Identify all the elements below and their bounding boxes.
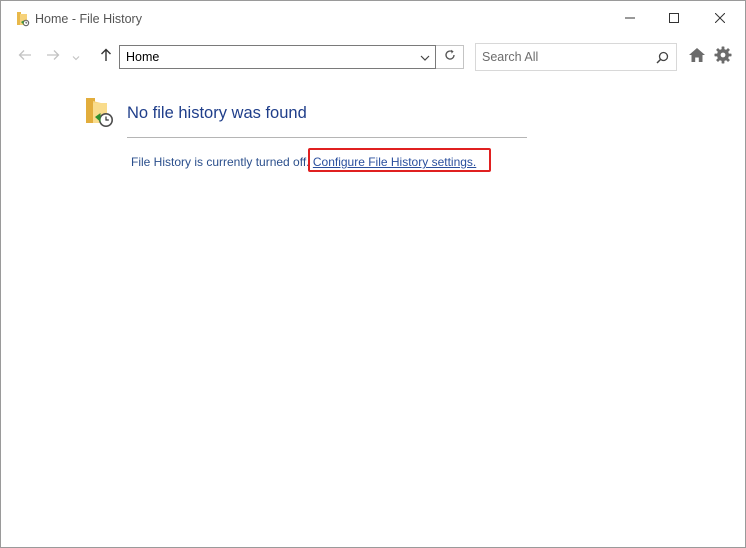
file-history-folder-icon <box>16 11 30 27</box>
configure-file-history-link[interactable]: Configure File History settings. <box>313 155 476 169</box>
search-box[interactable] <box>475 43 677 71</box>
address-bar[interactable]: Home <box>119 45 436 69</box>
settings-button[interactable] <box>712 46 734 68</box>
maximize-icon <box>669 10 679 28</box>
close-button[interactable] <box>697 1 743 37</box>
gear-icon <box>714 46 732 69</box>
file-history-window: Home - File History Home Search All No f… <box>0 0 746 548</box>
forward-button[interactable] <box>43 47 63 67</box>
arrow-right-icon <box>46 48 60 66</box>
status-line: File History is currently turned off. Co… <box>131 155 476 169</box>
back-button[interactable] <box>15 47 35 67</box>
chevron-down-icon <box>72 48 80 66</box>
search-input[interactable] <box>476 44 650 70</box>
arrow-up-icon <box>100 48 112 67</box>
refresh-icon <box>444 48 456 66</box>
minimize-button[interactable] <box>607 1 653 37</box>
close-icon <box>714 10 726 28</box>
refresh-button[interactable] <box>436 45 464 69</box>
address-dropdown[interactable] <box>417 46 433 68</box>
home-button[interactable] <box>686 46 708 68</box>
maximize-button[interactable] <box>651 1 697 37</box>
search-icon[interactable] <box>654 49 670 65</box>
address-value: Home <box>126 50 160 64</box>
home-icon <box>688 47 706 68</box>
title-bar: Home - File History <box>1 1 745 37</box>
divider <box>127 137 527 138</box>
file-history-folder-icon <box>85 97 115 129</box>
arrow-left-icon <box>18 48 32 66</box>
page-heading: No file history was found <box>127 104 307 122</box>
window-title: Home - File History <box>35 12 142 26</box>
recent-locations-button[interactable] <box>69 47 83 67</box>
chevron-down-icon <box>420 48 430 66</box>
navigation-bar: Home <box>1 41 745 73</box>
up-button[interactable] <box>96 47 116 67</box>
status-text: File History is currently turned off. <box>131 155 310 169</box>
minimize-icon <box>625 10 635 28</box>
